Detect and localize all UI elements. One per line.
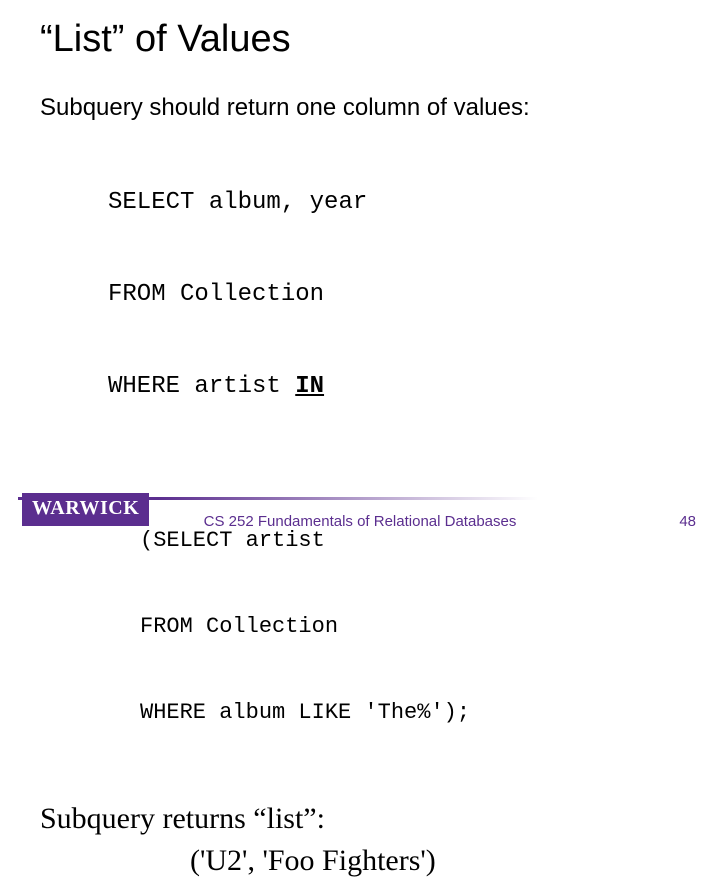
sql-line: WHERE artist IN	[108, 372, 680, 403]
sql-outer: SELECT album, year FROM Collection WHERE…	[108, 126, 680, 464]
page-number: 48	[679, 513, 696, 530]
sql-line: FROM Collection	[108, 280, 680, 311]
sql-line: SELECT album, year	[108, 188, 680, 219]
sql-line: FROM Collection	[140, 613, 680, 642]
footer-text: CS 252 Fundamentals of Relational Databa…	[0, 513, 720, 530]
returns-text: Subquery returns “list”:	[40, 799, 680, 840]
slide-body: Subquery should return one column of val…	[40, 92, 680, 882]
sql-line: WHERE album LIKE 'The%');	[140, 699, 680, 728]
sql-line: (SELECT artist	[140, 527, 680, 556]
list-value: ('U2', 'Foo Fighters')	[190, 841, 680, 882]
sql-text: WHERE artist	[108, 373, 295, 400]
intro-text: Subquery should return one column of val…	[40, 92, 680, 124]
sql-keyword-in: IN	[295, 373, 324, 400]
slide-title: “List” of Values	[40, 18, 291, 61]
slide: “List” of Values Subquery should return …	[0, 0, 720, 540]
